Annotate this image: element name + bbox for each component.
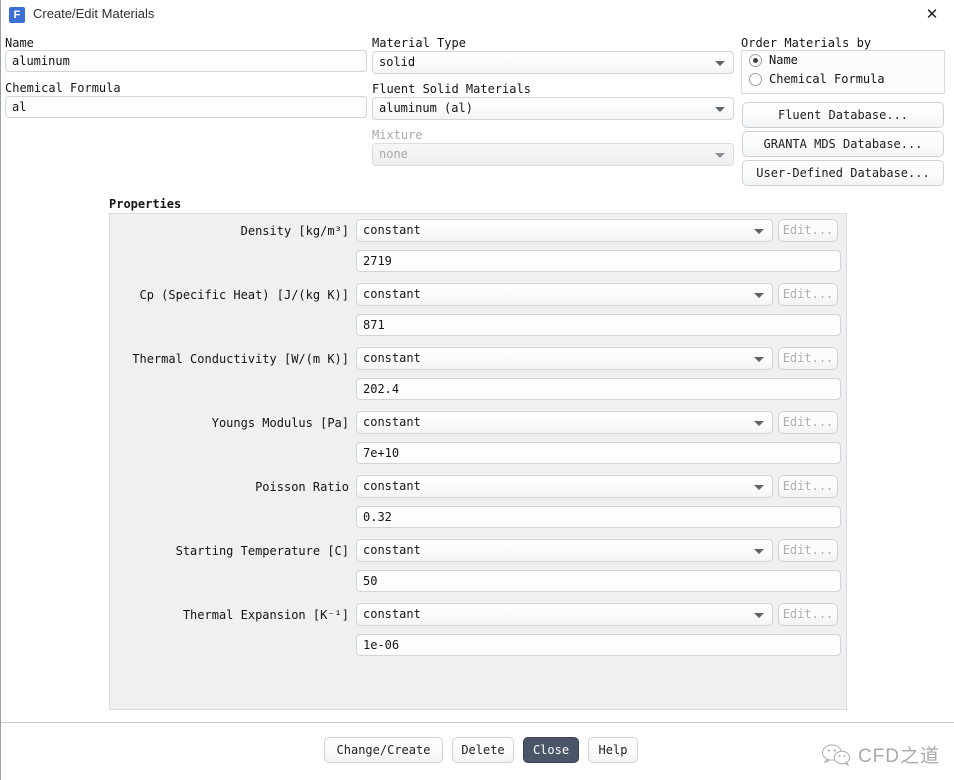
property-edit-button[interactable]: Edit... [778,347,838,370]
property-label: Cp (Specific Heat) [J/(kg K)] [1,288,349,302]
property-value-input[interactable]: 50 [356,570,841,592]
property-method-dropdown[interactable]: constant [356,539,773,562]
property-label: Thermal Expansion [K⁻¹] [1,608,349,622]
window-title: Create/Edit Materials [33,6,154,21]
property-value-input[interactable]: 202.4 [356,378,841,400]
property-label: Poisson Ratio [1,480,349,494]
property-method-value: constant [363,287,421,301]
property-edit-button[interactable]: Edit... [778,539,838,562]
property-value-input[interactable]: 2719 [356,250,841,272]
delete-button[interactable]: Delete [452,737,514,763]
material-type-label: Material Type [372,36,466,50]
property-method-dropdown[interactable]: constant [356,219,773,242]
chevron-down-icon [715,153,725,158]
property-method-value: constant [363,223,421,237]
property-value-input[interactable]: 7e+10 [356,442,841,464]
property-method-dropdown[interactable]: constant [356,475,773,498]
property-method-value: constant [363,543,421,557]
fluent-solid-materials-dropdown[interactable]: aluminum (al) [372,97,734,120]
name-input[interactable]: aluminum [5,50,367,72]
property-method-dropdown[interactable]: constant [356,283,773,306]
property-label: Density [kg/m³] [1,224,349,238]
chevron-down-icon [754,421,764,426]
property-method-dropdown[interactable]: constant [356,411,773,434]
wechat-icon [821,743,851,767]
property-label: Thermal Conductivity [W/(m K)] [1,352,349,366]
property-label: Starting Temperature [C] [1,544,349,558]
property-label: Youngs Modulus [Pa] [1,416,349,430]
chevron-down-icon [715,107,725,112]
chevron-down-icon [754,357,764,362]
property-method-value: constant [363,415,421,429]
name-label: Name [5,36,34,50]
property-value-input[interactable]: 1e-06 [356,634,841,656]
property-edit-button[interactable]: Edit... [778,475,838,498]
property-edit-button[interactable]: Edit... [778,283,838,306]
granta-mds-database-button[interactable]: GRANTA MDS Database... [742,131,944,157]
chevron-down-icon [715,61,725,66]
radio-icon[interactable] [749,54,762,67]
change-create-button[interactable]: Change/Create [324,737,443,763]
order-materials-by-label: Order Materials by [741,36,871,50]
radio-label-chemical-formula: Chemical Formula [769,72,885,86]
property-method-value: constant [363,479,421,493]
property-method-dropdown[interactable]: constant [356,603,773,626]
watermark-text: CFD之道 [858,741,940,768]
close-button[interactable]: Close [523,737,579,763]
close-x-icon[interactable]: ✕ [919,4,945,26]
user-defined-database-button[interactable]: User-Defined Database... [742,160,944,186]
material-type-value: solid [379,55,415,69]
chevron-down-icon [754,229,764,234]
mixture-label: Mixture [372,128,423,142]
chevron-down-icon [754,549,764,554]
mixture-value: none [379,147,408,161]
property-method-dropdown[interactable]: constant [356,347,773,370]
mixture-dropdown: none [372,143,734,166]
property-edit-button[interactable]: Edit... [778,219,838,242]
property-edit-button[interactable]: Edit... [778,603,838,626]
title-bar: F Create/Edit Materials ✕ [1,0,954,30]
chevron-down-icon [754,485,764,490]
fluent-solid-materials-label: Fluent Solid Materials [372,82,531,96]
property-value-input[interactable]: 0.32 [356,506,841,528]
fluent-database-button[interactable]: Fluent Database... [742,102,944,128]
chemical-formula-input[interactable]: al [5,96,367,118]
create-edit-materials-window: F Create/Edit Materials ✕ Name aluminum … [0,0,954,780]
fluent-f-icon: F [9,7,25,23]
material-type-dropdown[interactable]: solid [372,51,734,74]
radio-label-name: Name [769,53,798,67]
property-method-value: constant [363,607,421,621]
watermark: CFD之道 [821,741,940,768]
radio-icon[interactable] [749,73,762,86]
properties-group-title: Properties [109,197,181,211]
property-edit-button[interactable]: Edit... [778,411,838,434]
chevron-down-icon [754,293,764,298]
help-button[interactable]: Help [588,737,638,763]
chemical-formula-label: Chemical Formula [5,81,121,95]
footer-separator [1,722,954,723]
property-value-input[interactable]: 871 [356,314,841,336]
fluent-solid-materials-value: aluminum (al) [379,101,473,115]
property-method-value: constant [363,351,421,365]
chevron-down-icon [754,613,764,618]
